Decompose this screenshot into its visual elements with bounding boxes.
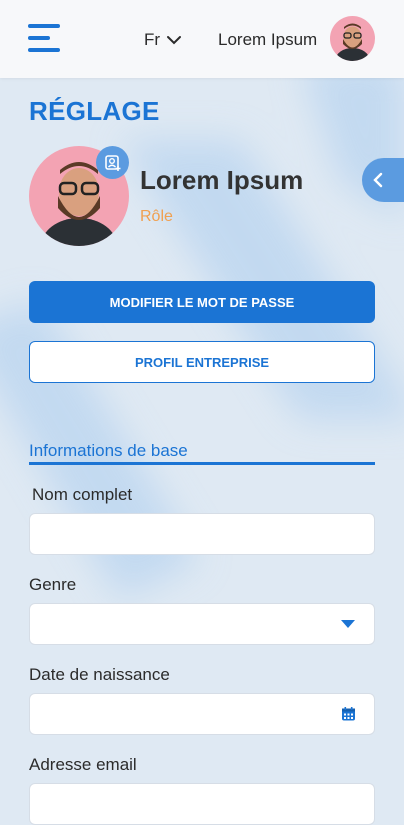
chevron-down-icon [167, 36, 182, 45]
header-user-name: Lorem Ipsum [218, 30, 318, 49]
birthdate-field[interactable] [29, 693, 375, 735]
page-title: RÉGLAGE [29, 96, 160, 126]
gender-label: Genre [29, 575, 77, 594]
calendar-icon[interactable] [341, 707, 356, 722]
profile-name: Lorem Ipsum [140, 165, 304, 195]
company-profile-button[interactable]: PROFIL ENTREPRISE [29, 341, 375, 383]
email-label: Adresse email [29, 755, 137, 774]
full-name-field[interactable] [29, 513, 375, 555]
menu-icon[interactable] [28, 22, 62, 54]
email-field[interactable] [29, 783, 375, 825]
side-panel-toggle[interactable] [362, 158, 404, 202]
section-divider [29, 462, 375, 465]
avatar[interactable] [330, 16, 375, 61]
add-photo-icon[interactable] [96, 146, 129, 179]
full-name-label: Nom complet [32, 485, 133, 504]
birthdate-label: Date de naissance [29, 665, 170, 684]
section-title: Informations de base [29, 441, 188, 460]
profile-role: Rôle [140, 208, 173, 225]
dropdown-caret-icon [341, 620, 355, 628]
chevron-left-icon [373, 172, 383, 188]
change-password-button[interactable]: MODIFIER LE MOT DE PASSE [29, 281, 375, 323]
top-bar: Fr Lorem Ipsum [0, 0, 404, 78]
language-label: Fr [144, 30, 161, 49]
gender-select[interactable] [29, 603, 375, 645]
language-selector[interactable]: Fr [144, 30, 182, 50]
